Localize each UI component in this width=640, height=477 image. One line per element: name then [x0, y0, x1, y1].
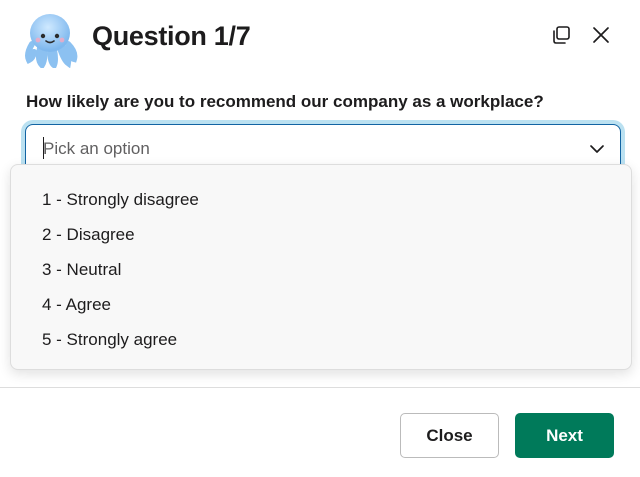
expand-button[interactable]	[546, 20, 576, 50]
option-item[interactable]: 5 - Strongly agree	[11, 322, 631, 357]
option-item[interactable]: 2 - Disagree	[11, 217, 631, 252]
next-button[interactable]: Next	[515, 413, 614, 458]
select-placeholder: Pick an option	[43, 139, 150, 158]
chevron-down-icon	[590, 145, 604, 153]
modal-title: Question 1/7	[92, 21, 251, 51]
options-dropdown: 1 - Strongly disagree 2 - Disagree 3 - N…	[10, 164, 632, 370]
expand-window-icon	[553, 26, 570, 44]
option-item[interactable]: 4 - Agree	[11, 287, 631, 322]
question-modal: Question 1/7 How likely are you to recom…	[0, 0, 640, 477]
option-item[interactable]: 3 - Neutral	[11, 252, 631, 287]
close-modal-button[interactable]	[586, 20, 616, 50]
question-label: How likely are you to recommend our comp…	[26, 92, 544, 111]
footer-divider	[0, 387, 640, 388]
close-icon	[593, 27, 609, 43]
option-item[interactable]: 1 - Strongly disagree	[11, 182, 631, 217]
close-button[interactable]: Close	[400, 413, 499, 458]
octopus-icon	[20, 8, 80, 70]
